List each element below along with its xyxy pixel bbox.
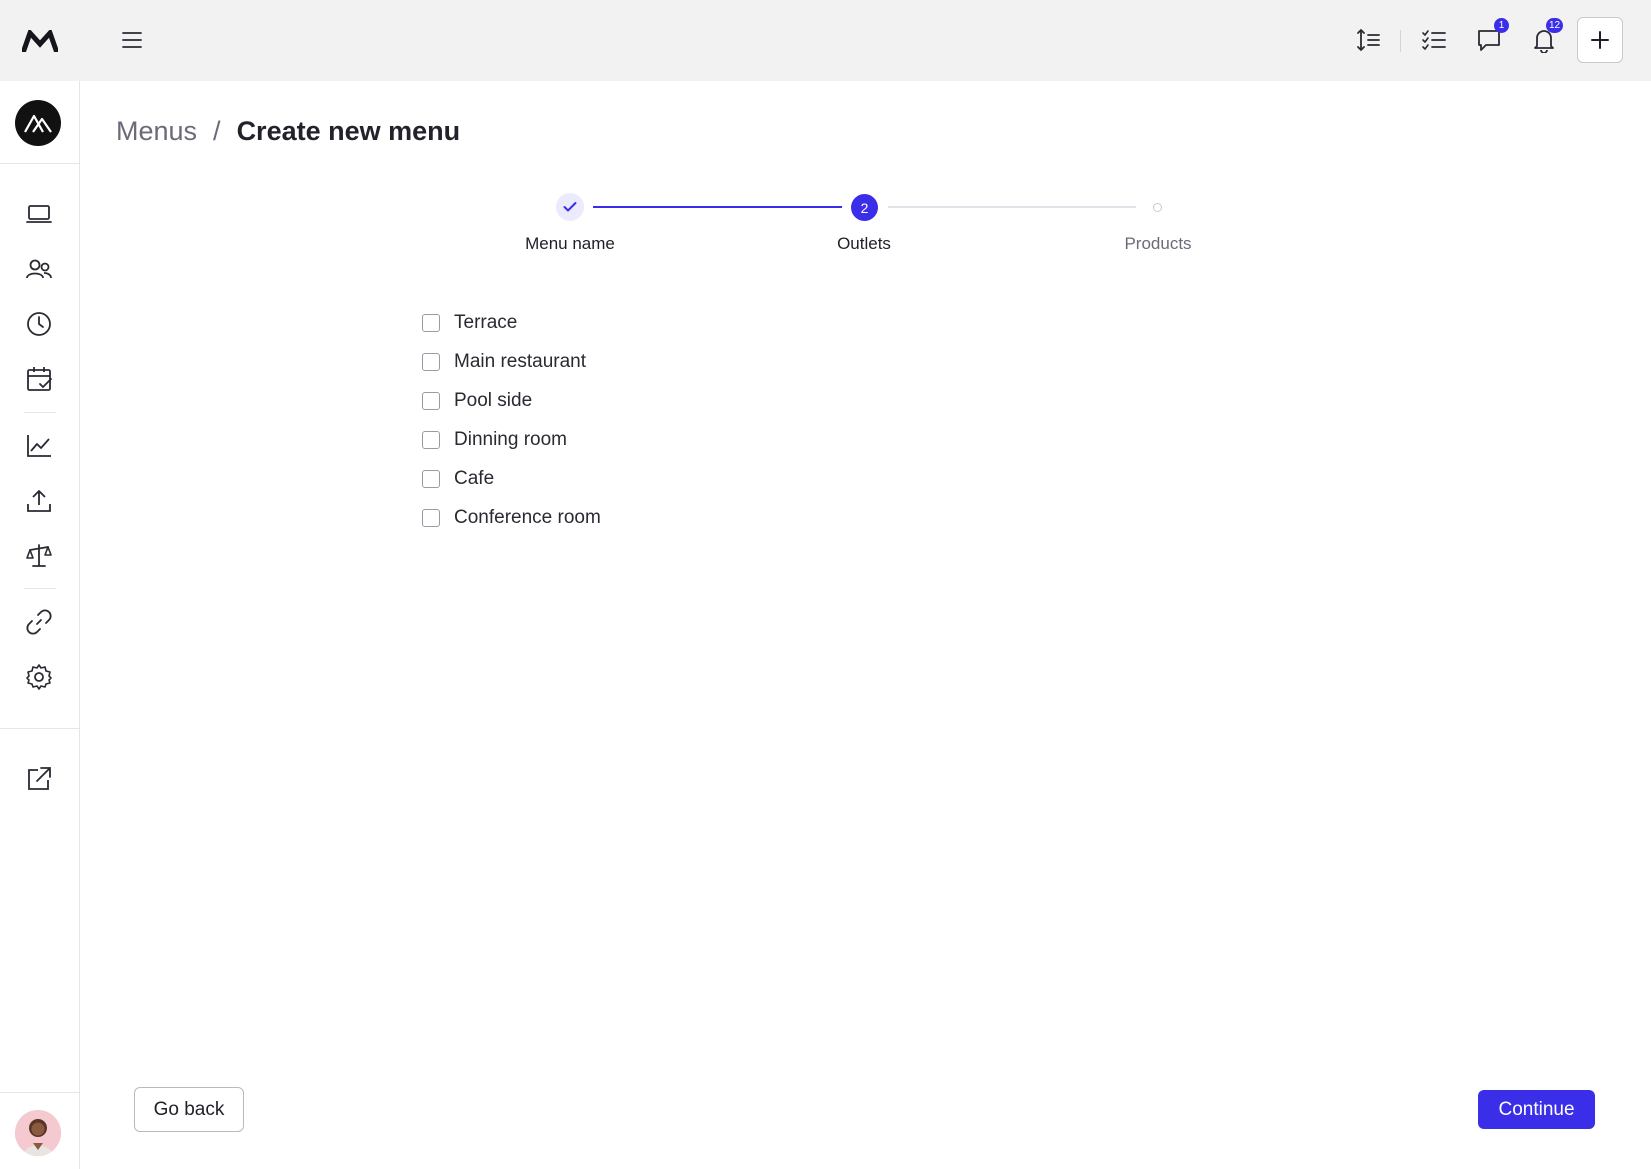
clock-icon (27, 312, 51, 336)
outlet-checkbox[interactable] (422, 508, 440, 527)
sidebar-divider (24, 412, 56, 413)
user-avatar[interactable] (15, 1110, 61, 1156)
step-indicator-done[interactable] (556, 193, 584, 221)
outlet-label: Dinning room (454, 428, 567, 450)
sidebar-divider (0, 1092, 80, 1093)
outlet-checkbox[interactable] (422, 313, 440, 332)
checkmark-icon (563, 202, 577, 212)
outlet-checkbox[interactable] (422, 391, 440, 410)
outlet-option-cafe[interactable]: Cafe (422, 459, 601, 498)
progress-stepper: 2 Menu name Outlets Products (0, 0, 1651, 260)
sidebar-item-analytics[interactable] (24, 431, 54, 461)
sidebar-item-settings[interactable] (24, 662, 54, 692)
step-label-menu-name[interactable]: Menu name (470, 234, 670, 254)
step-indicator-pending (1153, 203, 1162, 212)
outlet-list: Terrace Main restaurant Pool side Dinnin… (422, 303, 601, 537)
calendar-check-icon (27, 367, 52, 391)
user-avatar-photo (15, 1110, 61, 1156)
outlet-label: Terrace (454, 311, 518, 333)
scale-icon (26, 544, 52, 567)
sidebar-divider (0, 728, 80, 729)
outlet-option-pool-side[interactable]: Pool side (422, 381, 601, 420)
chart-line-icon (27, 435, 51, 457)
users-icon (26, 259, 52, 279)
outlet-checkbox[interactable] (422, 469, 440, 488)
sidebar-item-integrations[interactable] (24, 607, 54, 637)
outlet-checkbox[interactable] (422, 430, 440, 449)
sidebar-item-export[interactable] (24, 486, 54, 516)
outlet-option-conference-room[interactable]: Conference room (422, 498, 601, 537)
step-connector-pending (888, 206, 1136, 208)
step-indicator-active: 2 (851, 194, 878, 221)
sidebar-item-compliance[interactable] (24, 541, 54, 571)
outlet-label: Main restaurant (454, 350, 587, 372)
step-label-products: Products (1124, 234, 1192, 253)
continue-button[interactable]: Continue (1478, 1090, 1595, 1129)
gear-icon (26, 664, 52, 690)
upload-icon (27, 490, 51, 512)
step-connector-complete (593, 206, 842, 208)
outlet-label: Pool side (454, 389, 533, 411)
outlet-label: Cafe (454, 467, 495, 489)
outlet-option-dinning-room[interactable]: Dinning room (422, 420, 601, 459)
external-link-icon (28, 767, 51, 790)
outlet-label: Conference room (454, 506, 601, 528)
outlet-option-terrace[interactable]: Terrace (422, 303, 601, 342)
sidebar-item-schedule[interactable] (24, 364, 54, 394)
step-label-outlets: Outlets (837, 234, 891, 253)
go-back-button[interactable]: Go back (134, 1087, 244, 1132)
sidebar-divider (24, 588, 56, 589)
outlet-checkbox[interactable] (422, 352, 440, 371)
link-icon (26, 609, 52, 635)
sidebar-item-history[interactable] (24, 309, 54, 339)
outlet-option-main-restaurant[interactable]: Main restaurant (422, 342, 601, 381)
sidebar-item-open-external[interactable] (24, 764, 54, 794)
